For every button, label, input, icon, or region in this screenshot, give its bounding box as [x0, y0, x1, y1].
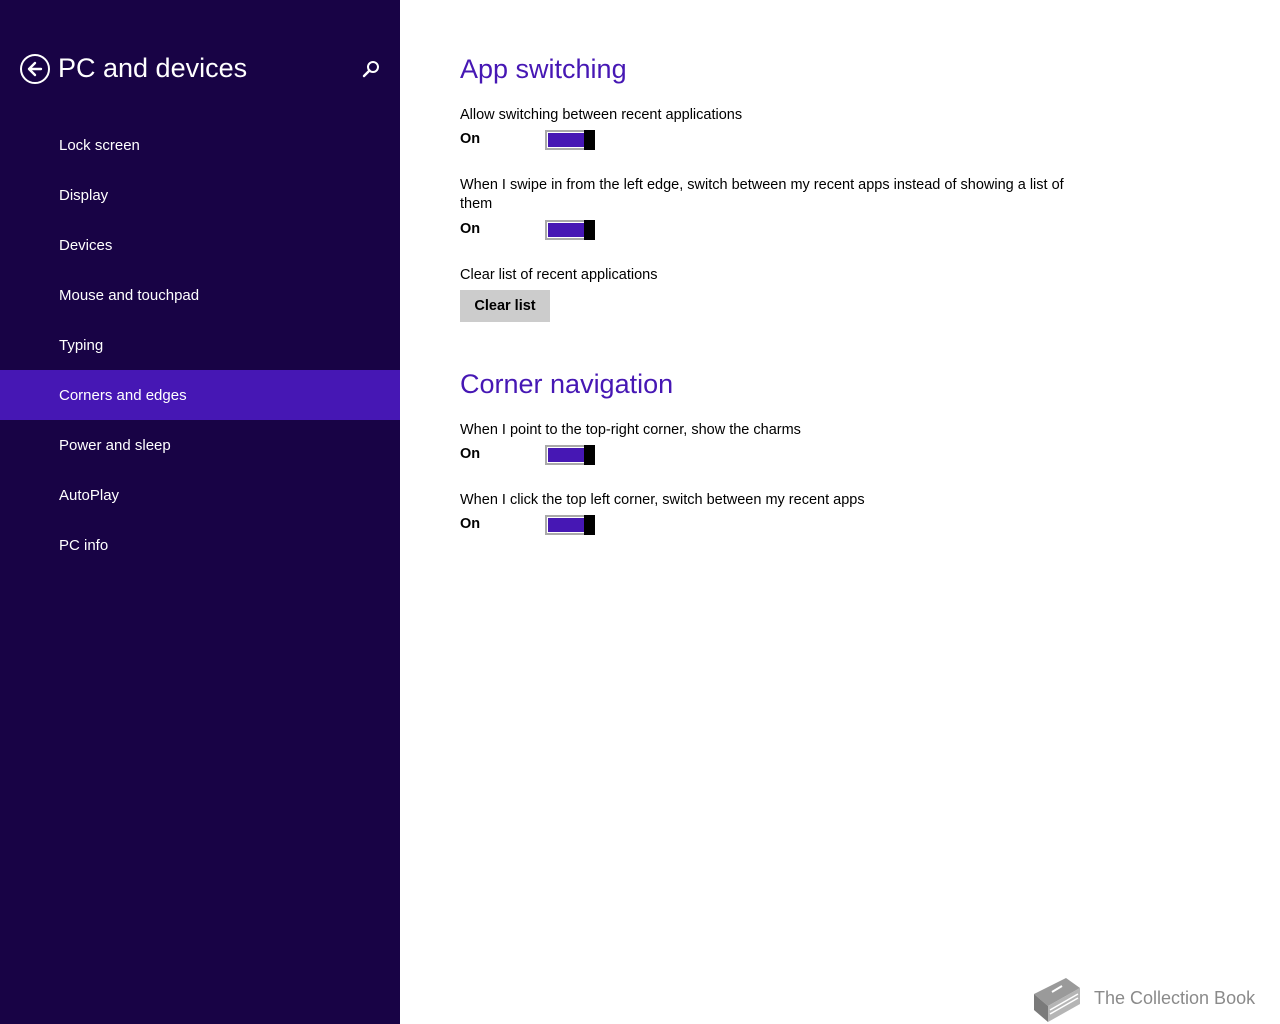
sidebar-item-power-and-sleep[interactable]: Power and sleep — [0, 420, 400, 470]
toggle-state-allow-switching: On — [460, 131, 481, 147]
search-icon — [362, 61, 379, 78]
sidebar-item-lock-screen[interactable]: Lock screen — [0, 120, 400, 170]
page-title: PC and devices — [58, 53, 248, 83]
sidebar-nav: Lock screen Display Devices Mouse and to… — [0, 120, 400, 570]
toggle-fill — [548, 448, 584, 462]
setting-label-swipe-left: When I swipe in from the left edge, swit… — [460, 177, 1064, 212]
toggle-state-swipe-left: On — [460, 221, 481, 237]
book-icon — [1034, 978, 1080, 1022]
toggle-state-top-left: On — [460, 516, 481, 532]
sidebar-item-pc-info[interactable]: PC info — [0, 520, 400, 570]
sidebar-item-mouse-and-touchpad[interactable]: Mouse and touchpad — [0, 270, 400, 320]
toggle-fill — [548, 518, 584, 532]
sidebar-item-autoplay[interactable]: AutoPlay — [0, 470, 400, 520]
sidebar-item-corners-and-edges[interactable]: Corners and edges — [0, 370, 400, 420]
toggle-allow-switching[interactable] — [545, 130, 595, 150]
sidebar-header: PC and devices — [20, 52, 390, 88]
setting-label-top-left: When I click the top left corner, switch… — [460, 492, 865, 508]
toggle-thumb[interactable] — [584, 445, 595, 465]
main-content: App switching Allow switching between re… — [460, 0, 1240, 1024]
sidebar-item-display[interactable]: Display — [0, 170, 400, 220]
toggle-swipe-left[interactable] — [545, 220, 595, 240]
clear-list-button[interactable]: Clear list — [460, 290, 550, 322]
toggle-fill — [548, 133, 584, 147]
sidebar: PC and devices Lock screen Display Devic… — [0, 0, 400, 1024]
search-button[interactable] — [360, 58, 382, 80]
setting-label-allow-switching: Allow switching between recent applicati… — [460, 107, 743, 123]
toggle-thumb[interactable] — [584, 130, 595, 150]
back-arrow-icon — [27, 61, 43, 77]
toggle-thumb[interactable] — [584, 515, 595, 535]
section-title-app-switching: App switching — [460, 54, 627, 84]
toggle-top-left[interactable] — [545, 515, 595, 535]
toggle-fill — [548, 223, 584, 237]
toggle-top-right[interactable] — [545, 445, 595, 465]
section-title-corner-navigation: Corner navigation — [460, 369, 674, 399]
watermark: The Collection Book — [1028, 976, 1268, 1024]
sidebar-item-devices[interactable]: Devices — [0, 220, 400, 270]
setting-label-top-right: When I point to the top-right corner, sh… — [460, 422, 801, 438]
toggle-thumb[interactable] — [584, 220, 595, 240]
setting-label-clear-list: Clear list of recent applications — [460, 267, 658, 283]
sidebar-item-typing[interactable]: Typing — [0, 320, 400, 370]
watermark-text: The Collection Book — [1094, 988, 1256, 1008]
back-button[interactable] — [20, 54, 50, 84]
toggle-state-top-right: On — [460, 446, 481, 462]
